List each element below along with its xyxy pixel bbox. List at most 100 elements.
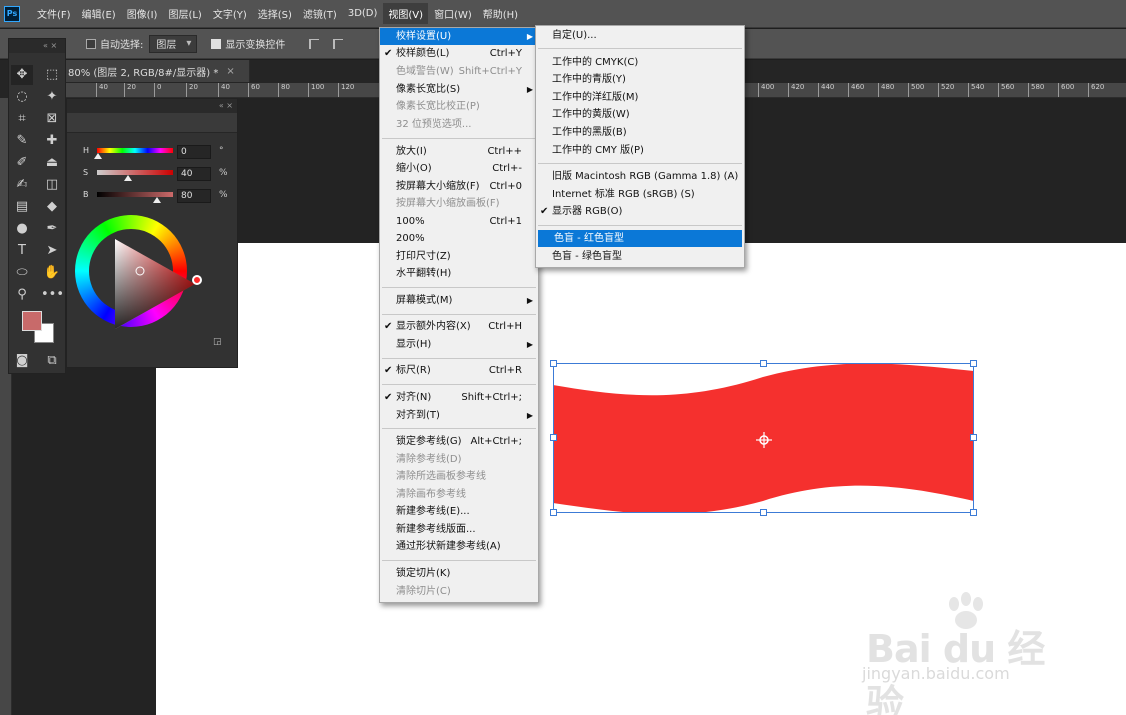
move-tool-icon[interactable]: ✥ xyxy=(11,65,33,85)
submenu-item-monitor-rgb[interactable]: ✔ 显示器 RGB(O) xyxy=(536,203,744,220)
submenu-item-srgb[interactable]: Internet 标准 RGB (sRGB) (S) xyxy=(536,186,744,203)
path-selection-tool-icon[interactable]: ➤ xyxy=(41,241,63,261)
saturation-gradient-bar[interactable] xyxy=(97,170,173,175)
align-left-icon[interactable] xyxy=(309,38,320,49)
hue-slider-knob[interactable] xyxy=(94,153,102,159)
menu-view[interactable]: 视图(V) xyxy=(383,3,429,24)
menu-file[interactable]: 文件(F) xyxy=(32,3,76,24)
brush-tool-icon[interactable]: ✐ xyxy=(11,153,33,173)
menu-item-show[interactable]: 显示(H) ▶ xyxy=(380,336,538,353)
transform-handle[interactable] xyxy=(550,509,557,516)
hue-ring-knob[interactable] xyxy=(192,275,202,285)
transform-handle[interactable] xyxy=(970,434,977,441)
menu-item-new-guide-layout[interactable]: 新建参考线版面... xyxy=(380,521,538,538)
brightness-value-field[interactable]: 80 xyxy=(177,189,211,203)
dodge-tool-icon[interactable]: ● xyxy=(11,219,33,239)
type-tool-icon[interactable]: T xyxy=(11,241,33,261)
submenu-item-legacy-mac-rgb[interactable]: 旧版 Macintosh RGB (Gamma 1.8) (A) xyxy=(536,168,744,185)
stamp-tool-icon[interactable]: ⏏ xyxy=(41,153,63,173)
menu-item-pixel-aspect-correction[interactable]: 像素长宽比校正(P) xyxy=(380,98,538,115)
layer-select-dropdown[interactable]: 图层 xyxy=(149,34,198,53)
magic-wand-tool-icon[interactable]: ✦ xyxy=(41,87,63,107)
menu-edit[interactable]: 编辑(E) xyxy=(77,3,121,24)
menu-item-guides-from-shape[interactable]: 通过形状新建参考线(A) xyxy=(380,538,538,555)
menu-item-proof-setup[interactable]: 校样设置(U) ▶ xyxy=(380,28,538,45)
saturation-value-field[interactable]: 40 xyxy=(177,167,211,181)
menu-item-snap[interactable]: ✔ 对齐(N) Shift+Ctrl+; xyxy=(380,389,538,406)
menu-item-proof-colors[interactable]: ✔ 校样颜色(L) Ctrl+Y xyxy=(380,45,538,62)
submenu-item-working-cmyk[interactable]: 工作中的 CMYK(C) xyxy=(536,54,744,71)
saturation-slider-knob[interactable] xyxy=(124,175,132,181)
hue-value-field[interactable]: 0 xyxy=(177,145,211,159)
pen-tool-icon[interactable]: ✒ xyxy=(41,219,63,239)
menu-filter[interactable]: 滤镜(T) xyxy=(298,3,342,24)
menu-item-pixel-aspect-ratio[interactable]: 像素长宽比(S) ▶ xyxy=(380,81,538,98)
menu-item-rulers[interactable]: ✔ 标尺(R) Ctrl+R xyxy=(380,362,538,379)
saturation-slider[interactable]: S 40 % xyxy=(81,167,231,181)
brightness-gradient-bar[interactable] xyxy=(97,192,173,197)
crosshair-icon[interactable] xyxy=(756,432,772,448)
brightness-slider-knob[interactable] xyxy=(153,197,161,203)
transform-handle[interactable] xyxy=(970,360,977,367)
submenu-item-working-cyan[interactable]: 工作中的青版(Y) xyxy=(536,71,744,88)
menu-image[interactable]: 图像(I) xyxy=(122,3,163,24)
zoom-tool-icon[interactable]: ⚲ xyxy=(11,285,33,305)
menu-item-32bit-preview[interactable]: 32 位预览选项... xyxy=(380,116,538,133)
eraser-tool-icon[interactable]: ◫ xyxy=(41,175,63,195)
frame-tool-icon[interactable]: ⊠ xyxy=(41,109,63,129)
submenu-item-working-cmy[interactable]: 工作中的 CMY 版(P) xyxy=(536,142,744,159)
submenu-item-working-black[interactable]: 工作中的黑版(B) xyxy=(536,124,744,141)
menu-item-clear-slices[interactable]: 清除切片(C) xyxy=(380,583,538,600)
submenu-item-protanopia[interactable]: 色盲 - 红色盲型 xyxy=(538,230,742,247)
menu-item-screen-mode[interactable]: 屏幕模式(M) ▶ xyxy=(380,292,538,309)
menu-item-100-percent[interactable]: 100% Ctrl+1 xyxy=(380,213,538,230)
menu-help[interactable]: 帮助(H) xyxy=(478,3,523,24)
hue-slider[interactable]: H 0 ° xyxy=(81,145,231,159)
transform-handle[interactable] xyxy=(550,434,557,441)
submenu-item-custom[interactable]: 自定(U)... xyxy=(536,27,744,44)
menu-item-zoom-out[interactable]: 缩小(O) Ctrl+- xyxy=(380,160,538,177)
more-tools-icon[interactable]: ••• xyxy=(41,285,64,305)
menu-item-print-size[interactable]: 打印尺寸(Z) xyxy=(380,248,538,265)
menu-item-new-guide[interactable]: 新建参考线(E)... xyxy=(380,503,538,520)
transform-handle[interactable] xyxy=(760,360,767,367)
hand-tool-icon[interactable]: ✋ xyxy=(41,263,63,283)
hue-gradient-bar[interactable] xyxy=(97,148,173,153)
menu-item-200-percent[interactable]: 200% xyxy=(380,230,538,247)
menu-3d[interactable]: 3D(D) xyxy=(343,5,383,22)
close-icon[interactable]: × xyxy=(226,66,234,77)
color-triangle[interactable] xyxy=(113,237,197,331)
healing-brush-tool-icon[interactable]: ✚ xyxy=(41,131,63,151)
history-brush-tool-icon[interactable]: ✍ xyxy=(11,175,33,195)
menu-layer[interactable]: 图层(L) xyxy=(163,3,206,24)
menu-item-clear-artboard-guides[interactable]: 清除所选画板参考线 xyxy=(380,468,538,485)
ellipse-tool-icon[interactable]: ⬭ xyxy=(11,263,33,283)
menu-item-clear-guides[interactable]: 清除参考线(D) xyxy=(380,451,538,468)
foreground-color-swatch[interactable] xyxy=(22,311,42,331)
blur-tool-icon[interactable]: ◆ xyxy=(41,197,63,217)
submenu-item-deuteranopia[interactable]: 色盲 - 绿色盲型 xyxy=(536,248,744,265)
document-tab[interactable]: 80% (图层 2, RGB/8#/显示器) * × xyxy=(62,60,250,82)
submenu-item-working-yellow[interactable]: 工作中的黄版(W) xyxy=(536,106,744,123)
submenu-item-working-magenta[interactable]: 工作中的洋红版(M) xyxy=(536,89,744,106)
lasso-tool-icon[interactable]: ◌ xyxy=(11,87,33,107)
menu-item-extras[interactable]: ✔ 显示额外内容(X) Ctrl+H xyxy=(380,318,538,335)
menu-item-fit-artboard[interactable]: 按屏幕大小缩放画板(F) xyxy=(380,195,538,212)
gradient-tool-icon[interactable]: ▤ xyxy=(11,197,33,217)
menu-window[interactable]: 窗口(W) xyxy=(429,3,477,24)
marquee-tool-icon[interactable]: ⬚ xyxy=(41,65,63,85)
menu-item-fit-on-screen[interactable]: 按屏幕大小缩放(F) Ctrl+0 xyxy=(380,178,538,195)
menu-item-zoom-in[interactable]: 放大(I) Ctrl++ xyxy=(380,143,538,160)
transform-handle[interactable] xyxy=(550,360,557,367)
crop-tool-icon[interactable]: ⌗ xyxy=(11,109,33,129)
eyedropper-tool-icon[interactable]: ✎ xyxy=(11,131,33,151)
menu-item-lock-slices[interactable]: 锁定切片(K) xyxy=(380,565,538,582)
menu-item-lock-guides[interactable]: 锁定参考线(G) Alt+Ctrl+; xyxy=(380,433,538,450)
transform-handle[interactable] xyxy=(760,509,767,516)
panel-corner-icon[interactable]: ◲ xyxy=(213,337,222,347)
transform-handle[interactable] xyxy=(970,509,977,516)
align-center-icon[interactable] xyxy=(333,38,344,49)
menu-select[interactable]: 选择(S) xyxy=(253,3,297,24)
menu-item-gamut-warning[interactable]: 色域警告(W) Shift+Ctrl+Y xyxy=(380,63,538,80)
show-transform-checkbox[interactable] xyxy=(211,38,222,49)
